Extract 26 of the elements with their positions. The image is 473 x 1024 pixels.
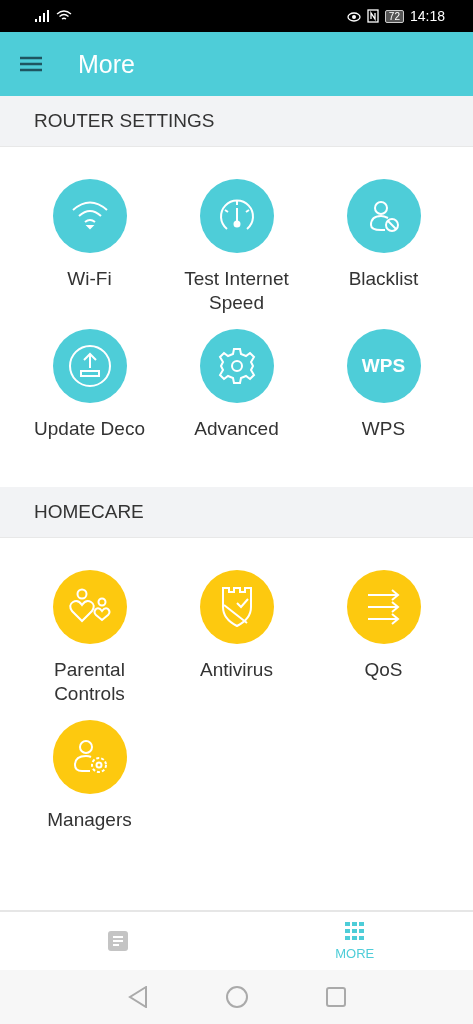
grid-icon [344,921,365,940]
home-icon[interactable] [225,986,248,1008]
section-header: ROUTER SETTINGS [0,96,473,147]
feature-label[interactable]: Wi-Fi [67,267,112,291]
feature-label[interactable]: QoS [364,658,403,682]
clock-time: 14:18 [409,8,445,24]
feature-label[interactable]: Managers [47,808,132,832]
signal-icon [34,10,50,22]
recents-icon[interactable] [325,987,346,1007]
section-header: HOMECARE [0,487,473,538]
feature-label[interactable]: Blacklist [348,267,419,291]
eye-icon [346,10,361,22]
tab-label: MORE [335,945,375,961]
feature-label[interactable]: Parental Controls [19,658,160,706]
nfc-icon [366,9,379,23]
feature-label[interactable]: Test Internet Speed [166,267,307,315]
back-icon[interactable] [127,986,148,1008]
battery-level: 72 [384,9,404,23]
wifi-icon [56,10,72,22]
menu-icon[interactable] [20,56,42,72]
feature-label[interactable]: Advanced [194,417,279,441]
document-icon [108,931,129,951]
feature-label[interactable]: Update Deco [34,417,145,441]
feature-label[interactable]: Antivirus [200,658,273,682]
feature-label[interactable]: WPS [361,417,406,441]
page-title: More [78,49,135,79]
